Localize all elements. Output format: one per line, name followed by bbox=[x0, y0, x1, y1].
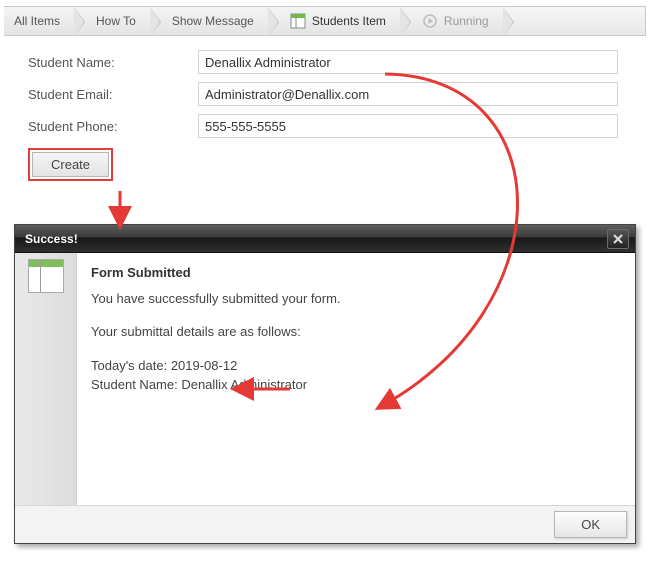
dialog-close-button[interactable] bbox=[607, 229, 629, 249]
dialog-name-line: Student Name: Denallix Administrator bbox=[91, 375, 621, 395]
close-icon bbox=[612, 233, 624, 245]
crumb-running: Running bbox=[400, 7, 503, 35]
dialog-titlebar[interactable]: Success! bbox=[15, 225, 635, 253]
breadcrumb: All Items How To Show Message Students I… bbox=[4, 6, 646, 36]
label-student-email: Student Email: bbox=[28, 87, 198, 102]
crumb-label: Show Message bbox=[172, 14, 254, 28]
dialog-name-label: Student Name: bbox=[91, 377, 181, 392]
form-icon bbox=[290, 13, 306, 29]
dialog-content: Form Submitted You have successfully sub… bbox=[77, 253, 635, 505]
dialog-date-value: 2019-08-12 bbox=[171, 358, 238, 373]
success-dialog: Success! Form Submitted You have success… bbox=[14, 224, 636, 544]
input-student-name[interactable] bbox=[198, 50, 618, 74]
label-student-name: Student Name: bbox=[28, 55, 198, 70]
crumb-all-items[interactable]: All Items bbox=[4, 7, 74, 35]
dialog-para1: You have successfully submitted your for… bbox=[91, 289, 621, 309]
dialog-footer: OK bbox=[15, 505, 635, 543]
crumb-label: All Items bbox=[14, 14, 60, 28]
row-student-email: Student Email: bbox=[28, 82, 640, 106]
create-button-highlight: Create bbox=[28, 148, 113, 181]
create-button[interactable]: Create bbox=[32, 152, 109, 177]
input-student-phone[interactable] bbox=[198, 114, 618, 138]
crumb-how-to[interactable]: How To bbox=[74, 7, 150, 35]
crumb-students-item[interactable]: Students Item bbox=[268, 7, 400, 35]
dialog-name-value: Denallix Administrator bbox=[181, 377, 307, 392]
dialog-body: Form Submitted You have successfully sub… bbox=[15, 253, 635, 505]
crumb-label: How To bbox=[96, 14, 136, 28]
input-student-email[interactable] bbox=[198, 82, 618, 106]
dialog-date-label: Today's date: bbox=[91, 358, 171, 373]
crumb-label: Students Item bbox=[312, 14, 386, 28]
dialog-date-line: Today's date: 2019-08-12 bbox=[91, 356, 621, 376]
dialog-title-text: Success! bbox=[25, 232, 78, 246]
form-icon bbox=[28, 259, 64, 293]
row-student-phone: Student Phone: bbox=[28, 114, 640, 138]
label-student-phone: Student Phone: bbox=[28, 119, 198, 134]
student-form: Student Name: Student Email: Student Pho… bbox=[28, 50, 640, 181]
row-student-name: Student Name: bbox=[28, 50, 640, 74]
dialog-heading: Form Submitted bbox=[91, 263, 621, 283]
crumb-show-message[interactable]: Show Message bbox=[150, 7, 268, 35]
dialog-sidebar bbox=[15, 253, 77, 505]
crumb-label: Running bbox=[444, 14, 489, 28]
play-icon bbox=[422, 13, 438, 29]
ok-button[interactable]: OK bbox=[554, 511, 627, 538]
dialog-para2: Your submittal details are as follows: bbox=[91, 322, 621, 342]
